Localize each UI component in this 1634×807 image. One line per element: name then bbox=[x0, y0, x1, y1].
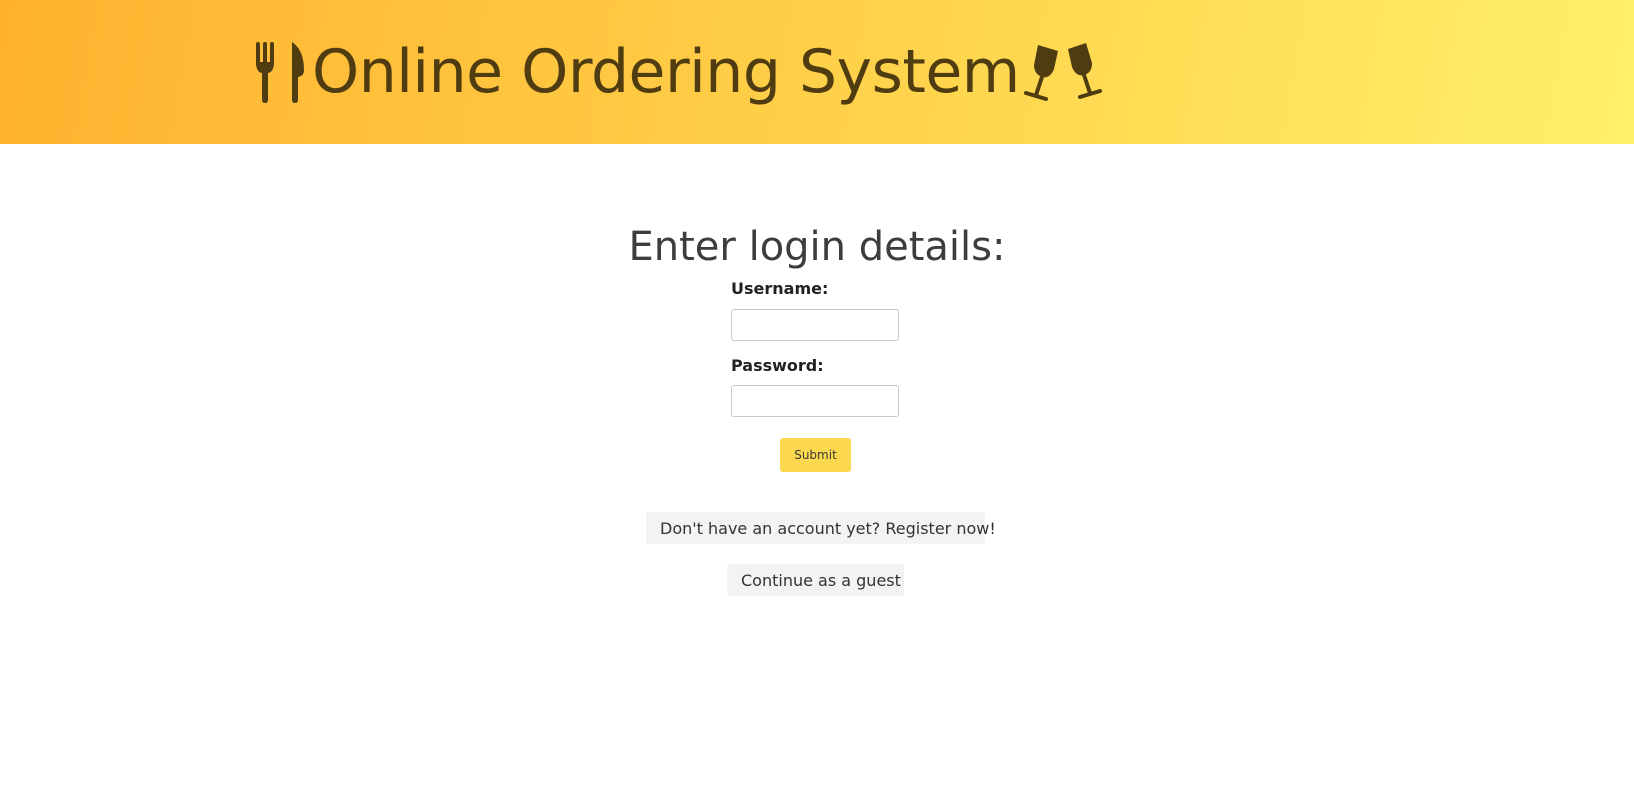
password-label: Password: bbox=[731, 356, 824, 375]
login-heading: Enter login details: bbox=[628, 224, 1006, 270]
fork-knife-icon bbox=[252, 40, 306, 104]
submit-button[interactable]: Submit bbox=[780, 438, 851, 472]
site-header: Online Ordering System bbox=[0, 0, 1634, 144]
clinking-glasses-icon bbox=[1022, 39, 1102, 105]
site-title: Online Ordering System bbox=[312, 37, 1020, 107]
username-label: Username: bbox=[731, 279, 829, 298]
site-brand: Online Ordering System bbox=[252, 34, 1102, 110]
register-button[interactable]: Don't have an account yet? Register now! bbox=[646, 512, 996, 544]
password-input[interactable] bbox=[731, 385, 899, 417]
continue-as-guest-button[interactable]: Continue as a guest bbox=[727, 564, 904, 596]
username-input[interactable] bbox=[731, 309, 899, 341]
